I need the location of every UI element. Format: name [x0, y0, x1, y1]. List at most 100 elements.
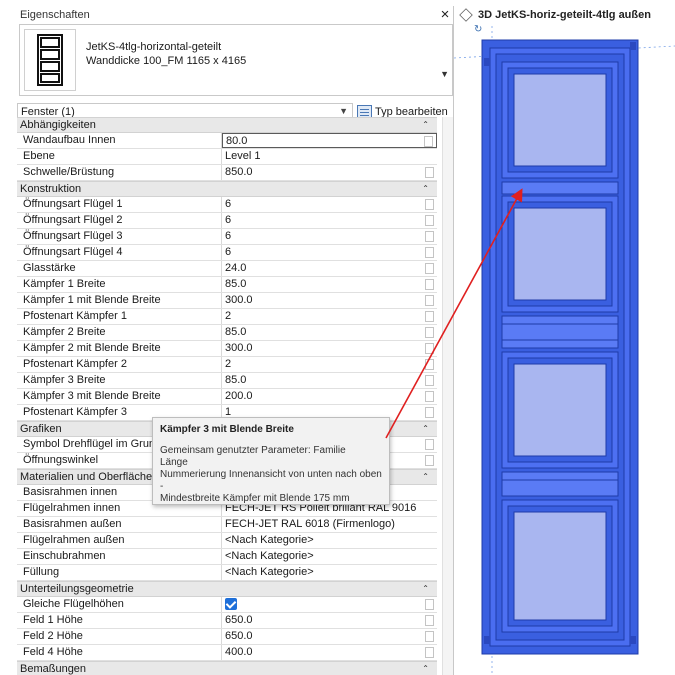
property-value[interactable]: 2 [222, 309, 437, 324]
property-row[interactable]: Einschubrahmen <Nach Kategorie> [17, 549, 437, 565]
param-association-button[interactable] [425, 615, 434, 626]
property-row[interactable]: Schwelle/Brüstung 850.0 [17, 165, 437, 181]
property-value[interactable]: 85.0 [222, 325, 437, 340]
param-association-button[interactable] [425, 231, 434, 242]
property-value[interactable]: 650.0 [222, 629, 437, 644]
property-value[interactable]: Level 1 [222, 149, 437, 164]
property-row[interactable]: Pfostenart Kämpfer 22 [17, 357, 437, 373]
property-row[interactable]: Feld 4 Höhe 400.0 [17, 645, 437, 661]
property-row[interactable]: Öffnungsart Flügel 26 [17, 213, 437, 229]
property-row[interactable]: Füllung <Nach Kategorie> [17, 565, 437, 581]
param-association-button[interactable] [425, 295, 434, 306]
section-abhaengigkeiten[interactable]: Abhängigkeiten ⌃ [17, 117, 437, 133]
collapse-icon[interactable]: ⌃ [422, 584, 429, 593]
chevron-down-icon[interactable]: ▼ [440, 69, 449, 79]
tooltip-line: Länge [160, 457, 188, 468]
property-row[interactable]: Flügelrahmen außen <Nach Kategorie> [17, 533, 437, 549]
param-association-button[interactable] [425, 327, 434, 338]
chevron-down-icon: ▼ [339, 106, 348, 116]
property-row[interactable]: Feld 2 Höhe 650.0 [17, 629, 437, 645]
gleiche-fluegelhoehen-checkbox[interactable] [225, 598, 237, 610]
parameter-tooltip: Kämpfer 3 mit Blende Breite Gemeinsam ge… [152, 417, 390, 505]
property-label: Öffnungsart Flügel 1 [17, 197, 222, 212]
property-value-text: 6 [225, 246, 232, 258]
property-row[interactable]: Gleiche Flügelhöhen [17, 597, 437, 613]
property-row[interactable]: Wandaufbau Innen 80.0 [17, 133, 437, 149]
property-value[interactable]: FECH-JET RAL 6018 (Firmenlogo) [222, 517, 437, 532]
property-row[interactable]: Kämpfer 2 mit Blende Breite 300.0 [17, 341, 437, 357]
property-value[interactable]: 200.0 [222, 389, 437, 404]
param-association-button[interactable] [425, 439, 434, 450]
collapse-icon[interactable]: ⌃ [422, 472, 429, 481]
param-association-button[interactable] [425, 359, 434, 370]
property-value[interactable]: <Nach Kategorie> [222, 549, 437, 564]
property-value[interactable]: 24.0 [222, 261, 437, 276]
property-row[interactable]: Kämpfer 2 Breite 85.0 [17, 325, 437, 341]
property-value-text: <Nach Kategorie> [225, 534, 314, 546]
param-association-button[interactable] [425, 375, 434, 386]
param-association-button[interactable] [425, 599, 434, 610]
property-row[interactable]: Öffnungsart Flügel 16 [17, 197, 437, 213]
property-value[interactable]: <Nach Kategorie> [222, 565, 437, 580]
collapse-icon[interactable]: ⌃ [422, 120, 429, 129]
property-row[interactable]: Kämpfer 3 Breite 85.0 [17, 373, 437, 389]
property-value[interactable]: 400.0 [222, 645, 437, 660]
property-value[interactable] [222, 597, 437, 612]
param-association-button[interactable] [425, 311, 434, 322]
param-association-button[interactable] [424, 136, 433, 147]
property-label: Feld 1 Höhe [17, 613, 222, 628]
param-association-button[interactable] [425, 647, 434, 658]
property-row[interactable]: Ebene Level 1 [17, 149, 437, 165]
property-row[interactable]: Öffnungsart Flügel 46 [17, 245, 437, 261]
section-konstruktion[interactable]: Konstruktion ⌃ [17, 181, 437, 197]
property-row[interactable]: Pfostenart Kämpfer 12 [17, 309, 437, 325]
property-value[interactable]: 2 [222, 357, 437, 372]
type-selector[interactable]: JetKS-4tlg-horizontal-geteilt Wanddicke … [19, 24, 453, 96]
param-association-button[interactable] [425, 279, 434, 290]
param-association-button[interactable] [425, 391, 434, 402]
property-value[interactable]: 300.0 [222, 341, 437, 356]
param-association-button[interactable] [425, 199, 434, 210]
property-label: Basisrahmen außen [17, 517, 222, 532]
param-association-button[interactable] [425, 247, 434, 258]
property-value-input[interactable]: 80.0 [222, 133, 437, 148]
3d-view[interactable]: 3D JetKS-horiz-geteilt-4tlg außen ↻ [454, 6, 675, 675]
property-value[interactable]: 6 [222, 229, 437, 244]
property-row[interactable]: Kämpfer 1 mit Blende Breite 300.0 [17, 293, 437, 309]
section-bemassungen[interactable]: Bemaßungen ⌃ [17, 661, 437, 675]
property-row[interactable]: Kämpfer 1 Breite 85.0 [17, 277, 437, 293]
properties-scrollbar[interactable] [442, 117, 453, 675]
property-label: Kämpfer 2 Breite [17, 325, 222, 340]
param-association-button[interactable] [425, 631, 434, 642]
rotate-icon[interactable]: ↻ [474, 24, 482, 35]
param-association-button[interactable] [425, 167, 434, 178]
property-value[interactable]: 6 [222, 245, 437, 260]
collapse-icon[interactable]: ⌃ [422, 424, 429, 433]
property-value[interactable]: 300.0 [222, 293, 437, 308]
collapse-icon[interactable]: ⌃ [422, 184, 429, 193]
param-association-button[interactable] [425, 215, 434, 226]
property-value[interactable]: 6 [222, 197, 437, 212]
collapse-icon[interactable]: ⌃ [422, 664, 429, 673]
property-value[interactable]: 650.0 [222, 613, 437, 628]
property-row[interactable]: Basisrahmen außen FECH-JET RAL 6018 (Firm… [17, 517, 437, 533]
section-title: Unterteilungsgeometrie [20, 583, 134, 595]
param-association-button[interactable] [425, 455, 434, 466]
param-association-button[interactable] [425, 263, 434, 274]
property-row[interactable]: Kämpfer 3 mit Blende Breite 200.0 [17, 389, 437, 405]
property-value[interactable]: <Nach Kategorie> [222, 533, 437, 548]
section-unterteilung[interactable]: Unterteilungsgeometrie ⌃ [17, 581, 437, 597]
property-row[interactable]: Feld 1 Höhe 650.0 [17, 613, 437, 629]
property-label: Ebene [17, 149, 222, 164]
property-value[interactable]: 850.0 [222, 165, 437, 180]
property-value[interactable]: 85.0 [222, 373, 437, 388]
param-association-button[interactable] [425, 407, 434, 418]
property-value[interactable]: 85.0 [222, 277, 437, 292]
property-row[interactable]: Glasstärke 24.0 [17, 261, 437, 277]
property-value[interactable]: 6 [222, 213, 437, 228]
param-association-button[interactable] [425, 343, 434, 354]
property-label: Kämpfer 3 Breite [17, 373, 222, 388]
tooltip-line: Nummerierung Innenansicht von unten nach… [160, 469, 382, 492]
property-row[interactable]: Öffnungsart Flügel 36 [17, 229, 437, 245]
close-icon[interactable]: × [437, 7, 453, 23]
